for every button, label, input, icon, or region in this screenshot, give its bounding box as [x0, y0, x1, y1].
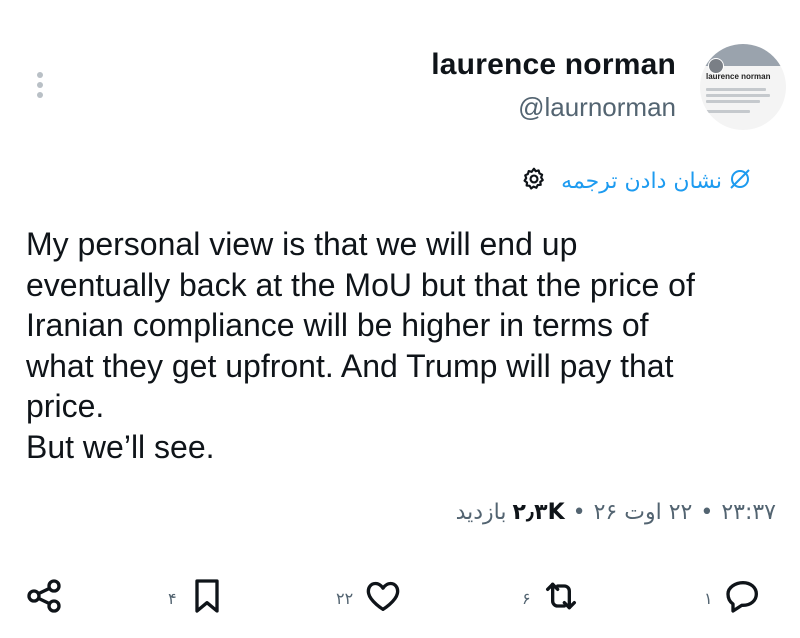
tweet-line: Iranian compliance will be higher in ter… [26, 307, 649, 344]
globe-slash-icon [728, 167, 752, 195]
gear-icon[interactable] [521, 166, 561, 196]
tweet-line: price. [26, 388, 105, 425]
more-options-icon[interactable] [34, 72, 46, 100]
tweet-line: what they get upfront. And Trump will pa… [26, 347, 674, 384]
tweet-text: My personal view is that we will end up … [26, 224, 786, 468]
retweet-icon [541, 576, 581, 620]
action-bar: ۴ ۲۲ ۶ ۱ [0, 568, 800, 628]
translate-row: نشان دادن ترجمه [521, 166, 752, 196]
profile-card-bio-line [706, 100, 760, 103]
reply-count: ۱ [704, 588, 713, 608]
profile-card-bio-line [706, 88, 766, 91]
tweet-line: My personal view is that we will end up [26, 226, 578, 262]
heart-icon [363, 576, 403, 620]
bookmark-count: ۴ [168, 588, 177, 608]
profile-card-stats-line [706, 110, 750, 113]
tweet-date[interactable]: ۲۲ اوت ۲۶ [594, 500, 693, 525]
tweet-line: But we’ll see. [26, 428, 215, 465]
display-name[interactable]: laurence norman [431, 48, 676, 82]
user-handle[interactable]: @laurnorman [518, 92, 676, 123]
meta-separator: • [572, 500, 586, 525]
like-count: ۲۲ [336, 588, 354, 608]
share-icon [24, 576, 64, 620]
views-label: بازدید [455, 500, 507, 525]
show-translation-link[interactable]: نشان دادن ترجمه [561, 169, 722, 194]
share-button[interactable] [24, 568, 64, 628]
tweet-line: eventually back at the MoU but that the … [26, 266, 695, 303]
like-button[interactable]: ۲۲ [336, 568, 403, 628]
views-count: ۲٫۳K [512, 500, 565, 525]
retweet-count: ۶ [522, 588, 531, 608]
profile-card-name: laurence norman [706, 72, 771, 81]
tweet-time[interactable]: ۲۳:۳۷ [721, 500, 776, 525]
meta-separator: • [700, 500, 714, 525]
avatar[interactable]: laurence norman [700, 44, 786, 130]
tweet-meta: ۲۳:۳۷ • ۲۲ اوت ۲۶ • ۲٫۳K بازدید [456, 500, 776, 525]
reply-icon [723, 576, 763, 620]
reply-button[interactable]: ۱ [704, 568, 763, 628]
retweet-button[interactable]: ۶ [522, 568, 581, 628]
profile-card-bio-line [706, 94, 770, 97]
bookmark-button[interactable]: ۴ [168, 568, 227, 628]
bookmark-icon [187, 576, 227, 620]
